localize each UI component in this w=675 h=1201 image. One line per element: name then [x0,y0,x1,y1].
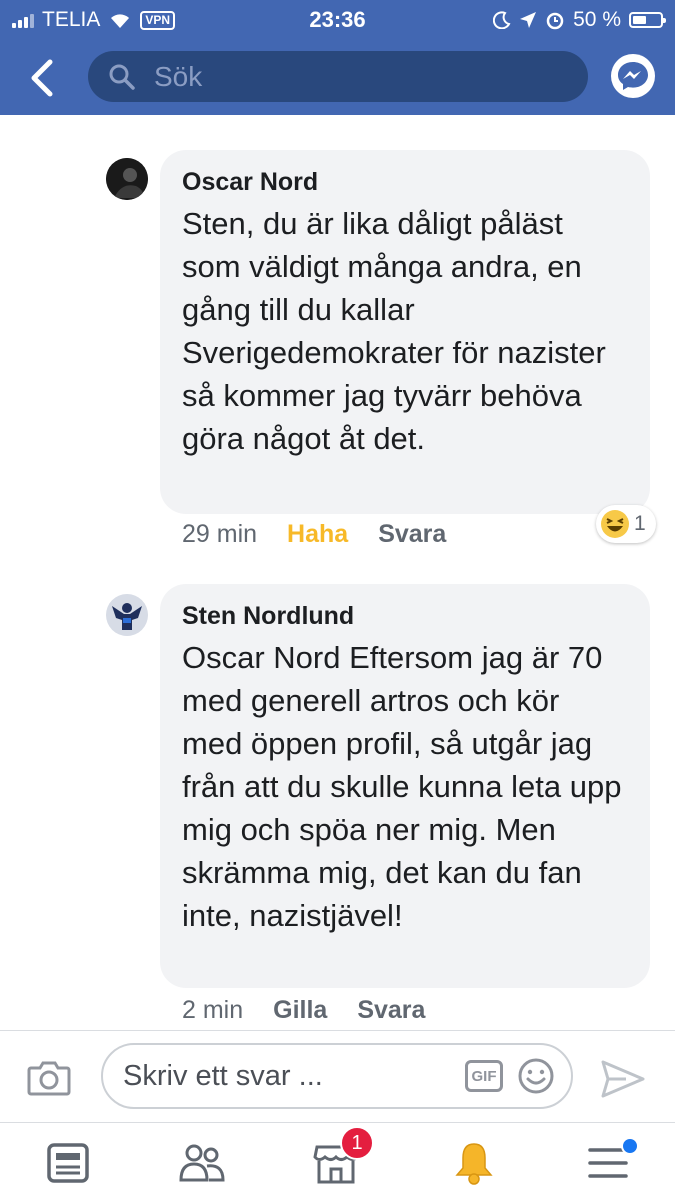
gif-button[interactable]: GIF [465,1060,503,1092]
status-bar: TELIA VPN 23:36 50 % [0,0,675,38]
reply-button[interactable]: Svara [357,996,425,1025]
comment-actions: 29 min Haha Svara [182,520,446,549]
news-feed-icon [47,1143,89,1183]
menu-indicator-dot [621,1137,639,1155]
chevron-left-icon[interactable] [26,58,60,98]
comment-actions: 2 min Gilla Svara [182,996,425,1025]
laughing-emoji-icon [601,510,629,538]
search-input[interactable]: Sök [88,51,588,102]
tab-news-feed[interactable] [42,1137,94,1189]
comment-text: Oscar Nord Eftersom jag är 70 med genere… [182,640,622,933]
comment-bubble: Sten Nordlund Oscar Nord Eftersom jag är… [160,584,650,988]
location-arrow-icon [520,12,537,28]
battery-percent: 50 % [573,8,621,31]
friends-icon [179,1144,225,1182]
moon-icon [493,11,511,29]
comment-author[interactable]: Sten Nordlund [182,600,628,632]
bell-icon [455,1143,493,1185]
reaction-count-label: 1 [634,512,646,535]
like-button[interactable]: Gilla [273,996,327,1025]
notification-badge: 1 [340,1126,374,1160]
comment-time: 29 min [182,520,258,548]
send-icon[interactable] [600,1059,646,1099]
camera-icon[interactable] [27,1059,71,1097]
alarm-icon [546,12,564,30]
top-bar: TELIA VPN 23:36 50 % Sök [0,0,675,115]
reply-placeholder: Skriv ett svar ... [123,1059,323,1092]
tab-notifications[interactable] [448,1137,500,1189]
comment-time: 2 min [182,996,244,1024]
reply-button[interactable]: Svara [378,520,446,549]
comment-text: Sten, du är lika dåligt påläst som väldi… [182,206,606,456]
reaction-count[interactable]: 1 [596,505,656,543]
comment-author[interactable]: Oscar Nord [182,166,628,198]
comment-bubble: Oscar Nord Sten, du är lika dåligt påläs… [160,150,650,514]
search-icon [109,64,135,90]
emoji-icon[interactable] [517,1057,555,1095]
battery-icon [629,12,666,28]
avatar[interactable] [106,594,148,636]
messenger-icon[interactable] [611,54,655,98]
reply-composer: Skriv ett svar ... GIF [0,1030,675,1123]
reply-input[interactable]: Skriv ett svar ... GIF [101,1043,573,1109]
search-placeholder: Sök [154,60,203,92]
bottom-tab-bar: 1 [0,1122,675,1201]
tab-friends[interactable] [176,1137,228,1189]
haha-reaction-button[interactable]: Haha [287,520,348,549]
avatar[interactable] [106,158,148,200]
